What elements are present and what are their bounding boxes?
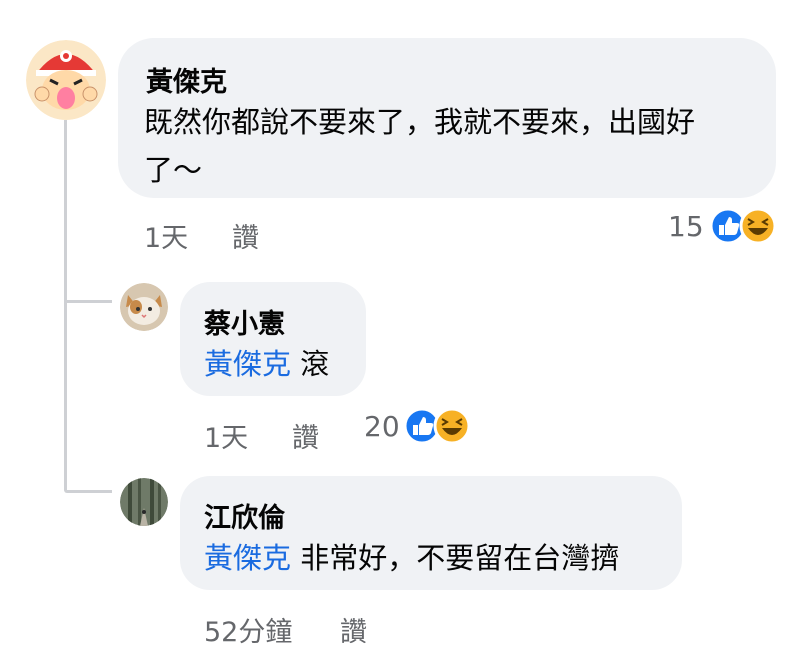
comment-bubble[interactable]: 黃傑克 既然你都說不要來了，我就不要來，出國好 了～ xyxy=(118,38,776,198)
reply-1-time[interactable]: 1天 xyxy=(204,416,248,455)
avatar-commenter[interactable] xyxy=(26,40,106,120)
comment-text-line2: 了～ xyxy=(144,153,203,187)
reply-2-bubble[interactable]: 江欣倫 黃傑克 非常好，不要留在台灣擠 xyxy=(180,476,682,590)
reply-2-author[interactable]: 江欣倫 xyxy=(204,496,285,535)
reply-1-like-button[interactable]: 讚 xyxy=(292,416,319,455)
comment-author[interactable]: 黃傑克 xyxy=(146,60,227,99)
comment-reactions[interactable] xyxy=(708,206,778,246)
comment-like-button[interactable]: 讚 xyxy=(232,216,259,255)
avatar-reply-1[interactable] xyxy=(120,283,168,331)
reply-1-author[interactable]: 蔡小憲 xyxy=(204,302,285,341)
reply-1-reactions[interactable] xyxy=(402,406,472,446)
reply-1-mention[interactable]: 黃傑克 xyxy=(204,347,291,381)
reply-2-like-button[interactable]: 讚 xyxy=(340,610,367,649)
reply-2-time[interactable]: 52分鐘 xyxy=(204,610,292,649)
comment-text-line1: 既然你都說不要來了，我就不要來，出國好 xyxy=(144,105,696,139)
thread-line-vertical xyxy=(64,120,67,490)
reply-1-text: 滾 xyxy=(300,347,330,381)
comment-reaction-count[interactable]: 15 xyxy=(668,210,704,243)
haha-icon xyxy=(739,207,777,245)
avatar-reply-2[interactable] xyxy=(120,478,168,526)
reply-2-text: 非常好，不要留在台灣擠 xyxy=(300,541,620,575)
reply-1-bubble[interactable]: 蔡小憲 黃傑克 滾 xyxy=(180,282,366,396)
reply-2-text-row: 黃傑克 非常好，不要留在台灣擠 xyxy=(204,534,619,582)
reply-2-mention[interactable]: 黃傑克 xyxy=(204,541,291,575)
thread-connector-reply-1 xyxy=(64,300,112,303)
haha-icon xyxy=(433,407,471,445)
reply-1-text-row: 黃傑克 滾 xyxy=(204,340,329,388)
reply-1-reaction-count[interactable]: 20 xyxy=(364,410,400,443)
comment-time[interactable]: 1天 xyxy=(144,216,188,255)
thread-connector-reply-2 xyxy=(64,490,112,493)
